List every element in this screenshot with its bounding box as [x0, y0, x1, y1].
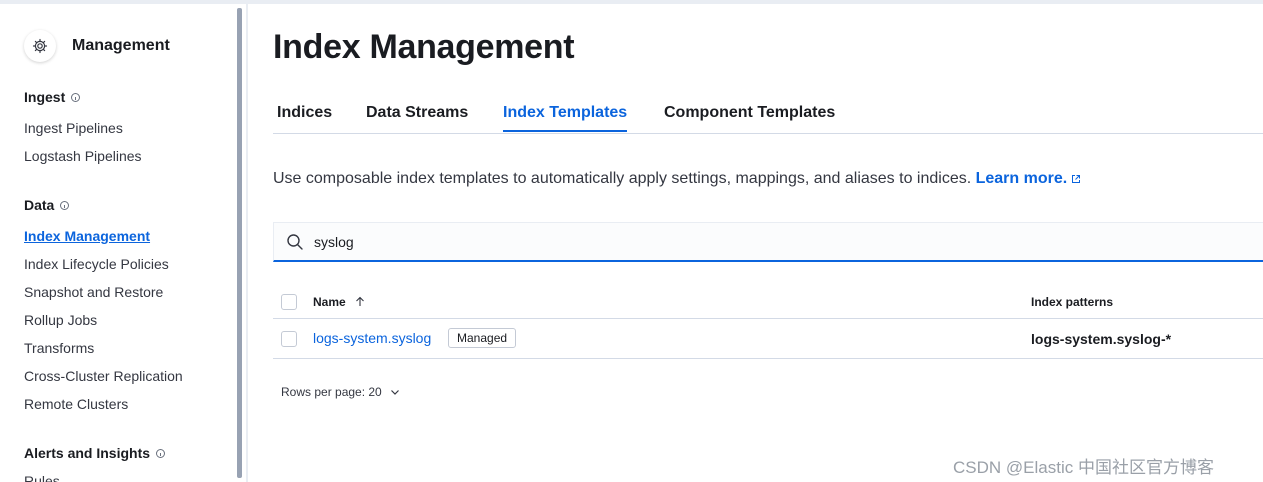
sort-ascending-icon	[356, 296, 364, 306]
main-content: Index Management Indices Data Streams In…	[248, 4, 1263, 482]
learn-more-link[interactable]: Learn more.	[976, 170, 1082, 187]
column-header-label: Name	[313, 295, 346, 309]
sidebar-item-cross-cluster-replication[interactable]: Cross-Cluster Replication	[24, 368, 183, 384]
section-label: Data	[24, 197, 55, 213]
info-icon	[156, 448, 166, 458]
tab-index-templates[interactable]: Index Templates	[503, 104, 628, 132]
sidebar: Management Ingest Ingest Pipelines Logst…	[0, 4, 240, 482]
sidebar-title: Management	[72, 37, 170, 54]
sidebar-item-rules[interactable]: Rules	[24, 473, 60, 482]
section-label: Alerts and Insights	[24, 445, 151, 461]
managed-badge: Managed	[448, 328, 517, 348]
tab-data-streams[interactable]: Data Streams	[366, 104, 468, 130]
index-patterns-value: logs-system.syslog-*	[1031, 331, 1172, 347]
watermark: CSDN @Elastic 中国社区官方博客	[953, 458, 1214, 477]
sidebar-item-snapshot-and-restore[interactable]: Snapshot and Restore	[24, 284, 163, 300]
column-header-name[interactable]: Name	[313, 295, 365, 309]
template-name-link[interactable]: logs-system.syslog	[313, 330, 431, 346]
table-row: logs-system.syslog Managed logs-system.s…	[273, 319, 1263, 359]
section-ingest: Ingest	[24, 89, 81, 105]
page-description: Use composable index templates to automa…	[273, 170, 1081, 188]
table-header-row: Name Index patterns	[273, 284, 1263, 319]
search-icon	[287, 233, 303, 250]
sidebar-item-index-management[interactable]: Index Management	[24, 228, 150, 244]
search-input[interactable]	[314, 233, 1214, 250]
tab-indices[interactable]: Indices	[277, 104, 332, 130]
section-label: Ingest	[24, 89, 66, 105]
section-alerts-and-insights: Alerts and Insights	[24, 445, 166, 461]
sidebar-item-transforms[interactable]: Transforms	[24, 340, 94, 356]
rows-per-page-label: Rows per page: 20	[281, 385, 382, 399]
info-icon	[60, 200, 70, 210]
chevron-down-icon	[390, 390, 399, 395]
section-data: Data	[24, 197, 70, 213]
sidebar-header: Management	[24, 30, 170, 62]
tab-bar: Indices Data Streams Index Templates Com…	[273, 100, 1263, 134]
column-header-index-patterns[interactable]: Index patterns	[1031, 295, 1113, 309]
external-link-icon	[1072, 175, 1081, 183]
templates-table: Name Index patterns logs-system.syslog M…	[273, 284, 1263, 359]
select-all-checkbox[interactable]	[281, 294, 297, 310]
row-checkbox[interactable]	[281, 331, 297, 347]
sidebar-item-remote-clusters[interactable]: Remote Clusters	[24, 396, 128, 412]
sidebar-item-ingest-pipelines[interactable]: Ingest Pipelines	[24, 120, 123, 136]
tab-component-templates[interactable]: Component Templates	[664, 104, 835, 130]
page-title: Index Management	[273, 28, 575, 66]
sidebar-item-rollup-jobs[interactable]: Rollup Jobs	[24, 312, 97, 328]
sidebar-scrollbar[interactable]	[237, 8, 242, 478]
gear-icon	[24, 30, 56, 62]
sidebar-item-logstash-pipelines[interactable]: Logstash Pipelines	[24, 148, 142, 164]
sidebar-item-index-lifecycle-policies[interactable]: Index Lifecycle Policies	[24, 256, 169, 272]
info-icon	[71, 92, 81, 102]
description-text: Use composable index templates to automa…	[273, 170, 972, 187]
search-bar[interactable]	[273, 222, 1263, 262]
rows-per-page-button[interactable]: Rows per page: 20	[281, 385, 400, 399]
learn-more-label: Learn more.	[975, 170, 1068, 187]
